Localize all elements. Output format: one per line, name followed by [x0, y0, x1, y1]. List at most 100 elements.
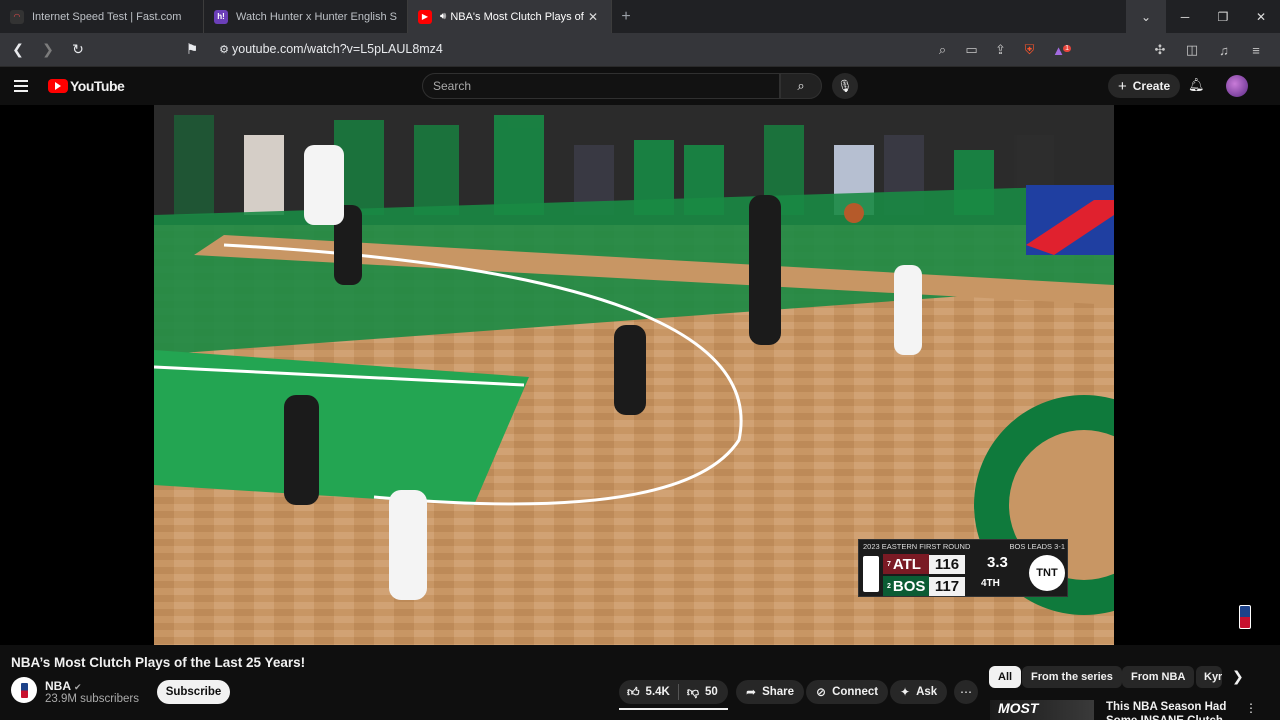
hianime-icon: h!: [214, 9, 228, 24]
more-actions-icon[interactable]: ⋯: [954, 680, 978, 704]
plus-icon: +: [1118, 77, 1127, 95]
minimize-icon[interactable]: ─: [1166, 0, 1204, 33]
channel-avatar[interactable]: [11, 677, 37, 703]
series-label: BOS LEADS 3-1: [1009, 542, 1065, 551]
share-button[interactable]: ➦ Share: [736, 680, 805, 704]
thumbs-up-icon: 👍︎: [627, 684, 640, 699]
subscriber-count: 23.9M subscribers: [45, 693, 139, 705]
bookmark-icon[interactable]: ⚑: [180, 38, 204, 62]
channel-name[interactable]: NBA ✔: [45, 679, 82, 693]
chip-from-nba[interactable]: From NBA: [1122, 666, 1195, 688]
video-title: NBA’s Most Clutch Plays of the Last 25 Y…: [11, 655, 306, 670]
hamburger-menu-icon[interactable]: [14, 80, 36, 92]
chevron-right-icon[interactable]: ❯: [1232, 668, 1244, 685]
tab-title: Watch Hunter x Hunter English Sub/Dub: [236, 10, 397, 23]
tab-fast[interactable]: ◠ Internet Speed Test | Fast.com: [0, 0, 204, 33]
share-label: Share: [762, 686, 795, 698]
brave-rewards-icon[interactable]: ▲ 1: [1044, 43, 1073, 58]
account-avatar[interactable]: [1226, 75, 1248, 97]
like-count: 5.4K: [645, 686, 670, 698]
like-button[interactable]: 👍︎ 5.4K: [619, 680, 678, 704]
team-score: 116: [929, 554, 965, 574]
search-input[interactable]: Search: [422, 73, 780, 99]
reload-icon[interactable]: ↻: [66, 38, 90, 62]
search-icon: ⌕: [797, 78, 805, 93]
url-text[interactable]: youtube.com/watch?v=L5pLAUL8mz4: [232, 42, 443, 56]
youtube-logo[interactable]: YouTube: [48, 78, 125, 94]
address-bar: ❮ ❯ ↻ ⚑ ⚙ youtube.com/watch?v=L5pLAUL8mz…: [0, 33, 1280, 67]
tab-hunter[interactable]: h! Watch Hunter x Hunter English Sub/Dub: [204, 0, 408, 33]
window-controls: ⌄ ─ ❐ ✕: [1126, 0, 1280, 33]
team-score: 117: [929, 576, 965, 596]
connect-button[interactable]: ⊘ Connect: [806, 680, 889, 704]
dislike-button[interactable]: 👎︎ 50: [679, 680, 726, 704]
channel-watermark-icon[interactable]: [1239, 605, 1251, 629]
sidebar-icon[interactable]: ◫: [1176, 42, 1208, 58]
team-abbr: 7 ATL: [883, 554, 929, 574]
share-page-icon[interactable]: ⇪: [986, 42, 1015, 58]
verified-icon: ✔: [74, 682, 82, 692]
tnt-logo: TNT: [1029, 555, 1065, 591]
speaker-icon[interactable]: 🔊︎: [440, 11, 446, 22]
close-tab-icon[interactable]: ✕: [585, 10, 601, 24]
extensions-icon[interactable]: ✣: [1144, 42, 1176, 58]
round-label: 2023 EASTERN FIRST ROUND: [863, 542, 971, 551]
youtube-header: YouTube Search ⌕ 🎙︎ + Create 🔔︎: [0, 67, 1280, 105]
team-seed: 7: [887, 560, 891, 568]
zoom-icon[interactable]: ⌕: [928, 42, 957, 58]
team-row-home: 2 BOS 117: [883, 576, 965, 596]
mic-icon: 🎙︎: [837, 79, 853, 93]
address-actions: ⌕ ▭ ⇪ ⛨ ▲ 1: [928, 33, 1073, 67]
tab-title: Internet Speed Test | Fast.com: [32, 10, 182, 23]
voice-search-button[interactable]: 🎙︎: [832, 73, 858, 99]
youtube-icon: ▶: [418, 9, 432, 24]
restore-icon[interactable]: ❐: [1204, 0, 1242, 33]
quarter-label: 4TH: [981, 578, 1000, 589]
notifications-bell-icon[interactable]: 🔔︎: [1188, 77, 1205, 93]
cast-icon[interactable]: ▭: [957, 42, 986, 58]
team-name: BOS: [892, 577, 926, 595]
chip-all[interactable]: All: [989, 666, 1022, 688]
sparkle-icon: ✦: [900, 685, 911, 699]
media-icon[interactable]: ♫: [1208, 43, 1240, 58]
tab-youtube[interactable]: ▶ 🔊︎ NBA's Most Clutch Plays of the Last…: [408, 0, 612, 33]
kebab-menu-icon[interactable]: ⋮: [1245, 701, 1257, 715]
team-row-away: 7 ATL 116: [883, 554, 965, 574]
create-button[interactable]: + Create: [1108, 74, 1181, 98]
ask-button[interactable]: ✦ Ask: [890, 680, 948, 704]
team-seed: 2: [887, 582, 891, 590]
brave-shield-icon[interactable]: ⛨: [1015, 42, 1044, 58]
video-frame[interactable]: 2023 EASTERN FIRST ROUND BOS LEADS 3-1 7…: [154, 105, 1114, 645]
score-bug: 2023 EASTERN FIRST ROUND BOS LEADS 3-1 7…: [858, 539, 1068, 597]
fast-icon: ◠: [10, 9, 24, 24]
video-player[interactable]: 2023 EASTERN FIRST ROUND BOS LEADS 3-1 7…: [0, 105, 1280, 645]
like-progress-bar: [619, 708, 728, 710]
subscribe-button[interactable]: Subscribe: [157, 680, 230, 704]
team-abbr: 2 BOS: [883, 576, 929, 596]
dislike-count: 50: [705, 686, 718, 698]
toolbar-right: ✣ ◫ ♫ ≡: [1144, 33, 1272, 67]
search-button[interactable]: ⌕: [780, 73, 822, 99]
game-clock: 3.3: [987, 554, 1008, 571]
chip-kyrie[interactable]: Kyrie: [1196, 666, 1222, 688]
recommended-title[interactable]: This NBA Season Had Some INSANE Clutch P…: [1106, 700, 1236, 720]
connect-label: Connect: [832, 686, 879, 698]
back-icon[interactable]: ❮: [6, 38, 30, 62]
create-label: Create: [1132, 79, 1171, 93]
chip-from-the-series[interactable]: From the series: [1022, 666, 1122, 688]
close-window-icon[interactable]: ✕: [1242, 0, 1280, 33]
nba-logo-icon: [863, 556, 879, 592]
tab-search-icon[interactable]: ⌄: [1126, 0, 1166, 33]
menu-icon[interactable]: ≡: [1240, 43, 1272, 58]
logo-text: YouTube: [70, 78, 125, 94]
share-icon: ➦: [746, 685, 757, 699]
nba-logo-icon: [20, 682, 28, 698]
tab-strip: ◠ Internet Speed Test | Fast.com h! Watc…: [0, 0, 1280, 33]
recommended-thumbnail[interactable]: MOST: [990, 700, 1094, 720]
thumbs-down-icon: 👎︎: [686, 684, 700, 699]
channel-name-text: NBA: [45, 679, 71, 693]
new-tab-button[interactable]: +: [612, 0, 640, 33]
forward-icon[interactable]: ❯: [36, 38, 60, 62]
connect-icon: ⊘: [816, 685, 827, 699]
rewards-badge: 1: [1063, 44, 1071, 52]
